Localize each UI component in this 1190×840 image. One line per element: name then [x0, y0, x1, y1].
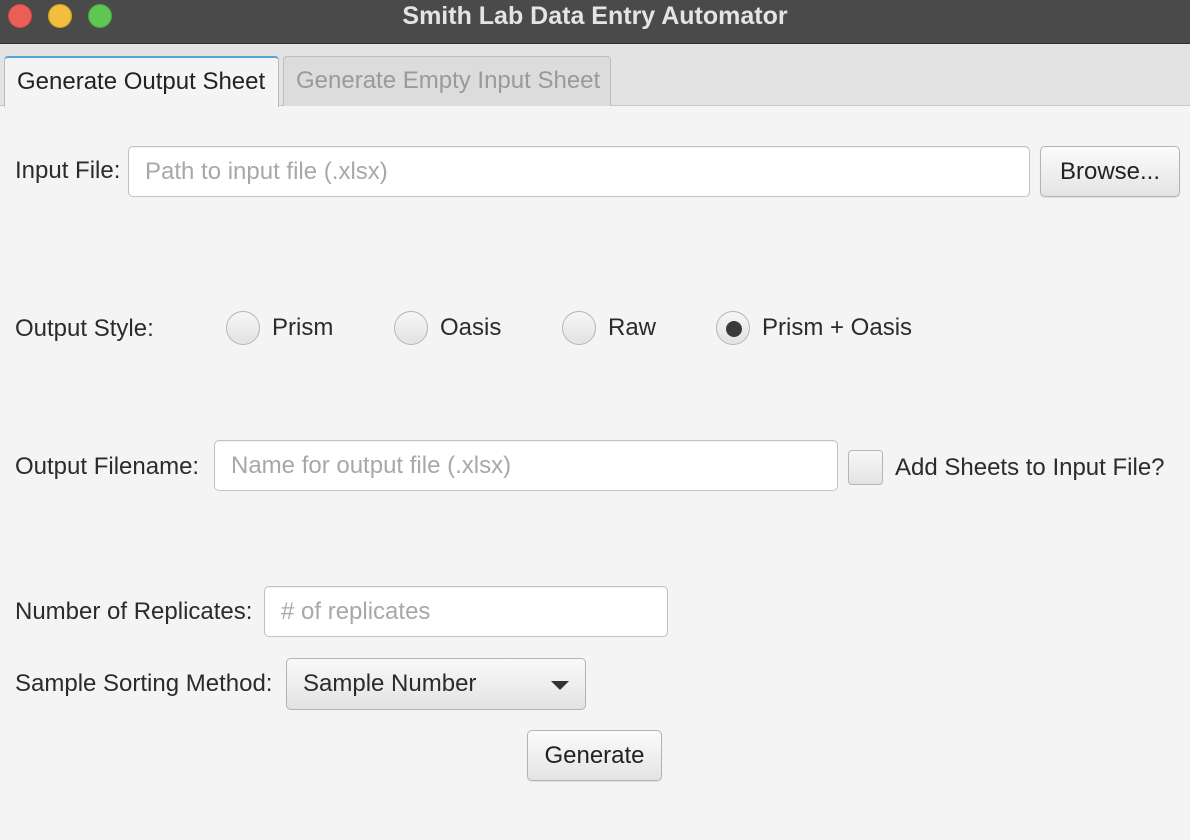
output-filename-label: Output Filename: [15, 453, 200, 480]
radio-selected-dot [726, 321, 742, 337]
replicates-label: Number of Replicates: [15, 598, 253, 625]
sorting-method-select[interactable]: Sample Number [286, 658, 586, 710]
radio-prism-label: Prism [272, 314, 334, 341]
sorting-method-label: Sample Sorting Method: [15, 670, 273, 697]
radio-circle[interactable] [716, 311, 750, 345]
radio-circle[interactable] [394, 311, 428, 345]
chevron-down-icon [551, 681, 569, 690]
window-title: Smith Lab Data Entry Automator [402, 2, 788, 30]
browse-button[interactable]: Browse... [1040, 146, 1180, 197]
add-sheets-checkbox[interactable] [848, 450, 883, 485]
add-sheets-label: Add Sheets to Input File? [895, 454, 1165, 481]
output-filename-field[interactable] [214, 440, 838, 491]
title-bar: Smith Lab Data Entry Automator [0, 0, 1190, 44]
tab-bar: Generate Output Sheet Generate Empty Inp… [0, 44, 1190, 107]
input-file-label: Input File: [15, 157, 121, 184]
tab-generate-output-sheet[interactable]: Generate Output Sheet [4, 56, 279, 107]
generate-button[interactable]: Generate [527, 730, 662, 781]
radio-raw-label: Raw [608, 314, 657, 341]
replicates-field[interactable] [264, 586, 668, 637]
sorting-method-value: Sample Number [303, 670, 477, 697]
radio-oasis-label: Oasis [440, 314, 502, 341]
radio-circle[interactable] [562, 311, 596, 345]
radio-prism-oasis-label: Prism + Oasis [762, 314, 913, 341]
input-file-field[interactable] [128, 146, 1030, 197]
output-style-label: Output Style: [15, 315, 154, 342]
radio-circle[interactable] [226, 311, 260, 345]
tab-generate-empty-input-sheet[interactable]: Generate Empty Input Sheet [283, 56, 611, 106]
